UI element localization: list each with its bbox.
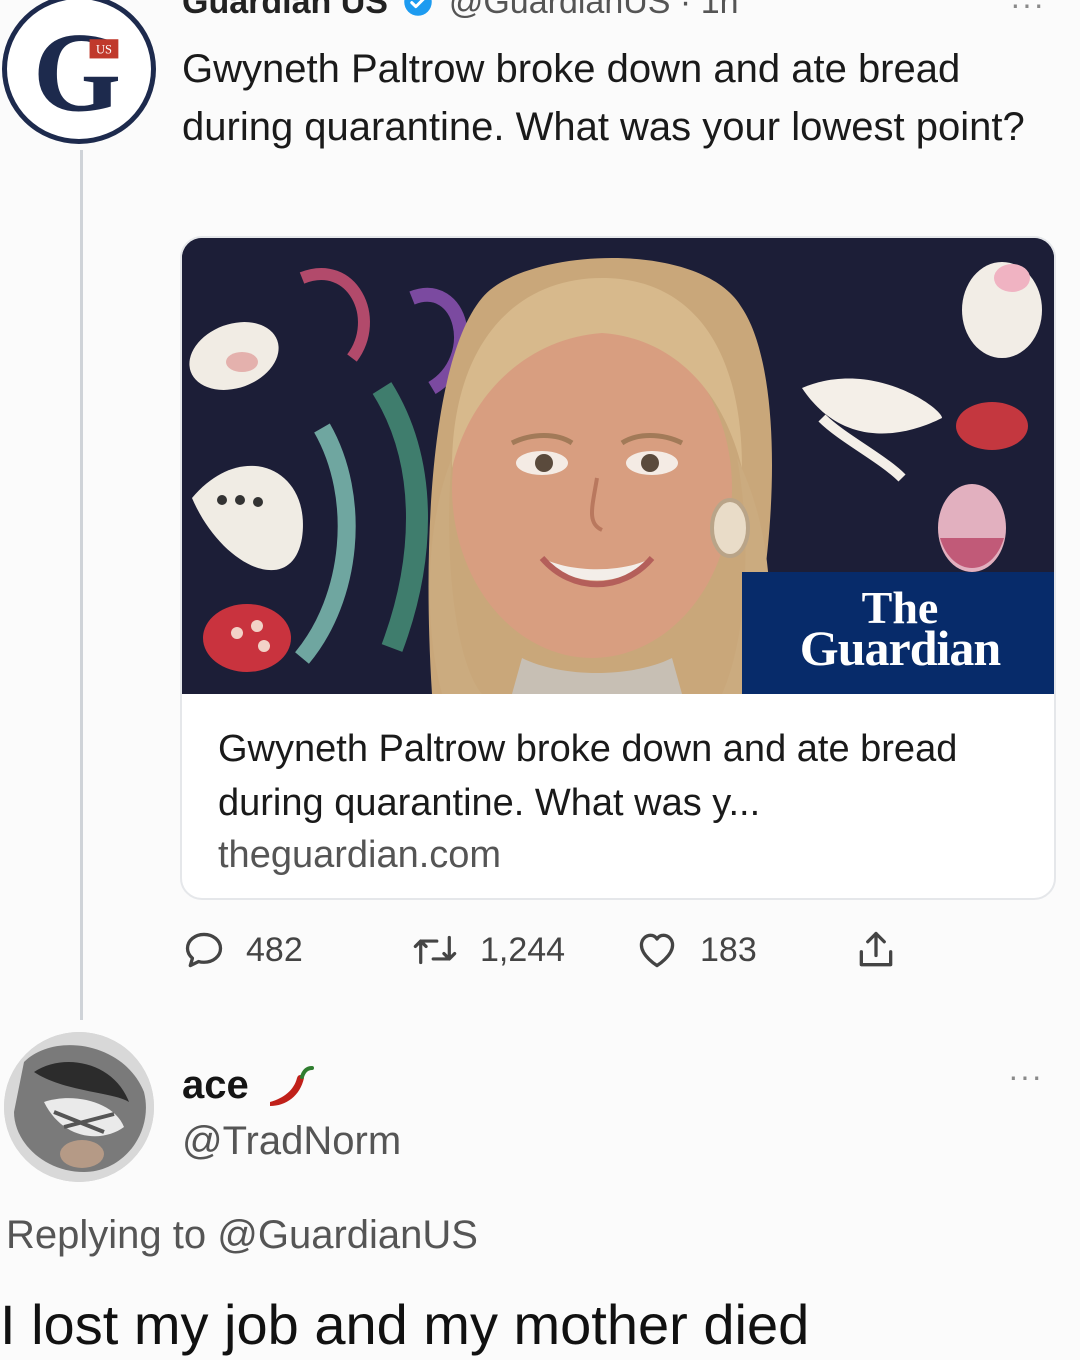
share-action[interactable]: [854, 922, 918, 978]
card-domain[interactable]: theguardian.com: [218, 832, 501, 878]
article-image[interactable]: The Guardian: [182, 238, 1054, 694]
chili-pepper-icon: [269, 1066, 314, 1106]
guardian-logo-icon: G US: [33, 9, 121, 135]
ace-avatar-photo: [4, 1032, 154, 1182]
retweet-icon: [413, 935, 457, 965]
retweet-count: 1,244: [480, 930, 566, 969]
reply-more-icon[interactable]: ···: [1008, 1058, 1043, 1095]
heart-icon: [639, 933, 675, 968]
avatar-letter: G: [33, 9, 121, 135]
verified-badge-icon: [404, 0, 433, 16]
reply-action[interactable]: 482: [182, 922, 303, 978]
like-action[interactable]: 183: [634, 922, 757, 978]
guardian-avatar[interactable]: G US: [2, 0, 156, 144]
reply-count: 482: [246, 930, 303, 969]
reply-author-name[interactable]: ace: [182, 1063, 249, 1107]
like-count: 183: [700, 930, 757, 969]
retweet-action[interactable]: 1,244: [410, 922, 565, 978]
avatar-badge: US: [96, 43, 112, 57]
card-title[interactable]: Gwyneth Paltrow broke down and ate bread…: [218, 722, 1038, 830]
tweet-time[interactable]: 1h: [701, 0, 739, 21]
reply-icon: [185, 932, 223, 968]
link-card[interactable]: The Guardian Gwyneth Paltrow broke down …: [180, 236, 1056, 900]
tweet-header: Guardian US @GuardianUS · 1h: [182, 0, 739, 22]
separator: ·: [679, 0, 692, 21]
tweet-more-icon[interactable]: ···: [1010, 0, 1045, 23]
reply-text: I lost my job and my mother died: [0, 1293, 810, 1356]
author-handle[interactable]: @GuardianUS: [449, 0, 671, 21]
guardian-logo: The Guardian: [742, 572, 1054, 694]
author-name[interactable]: Guardian US: [182, 0, 388, 21]
guardian-logo-word: Guardian: [799, 620, 1001, 676]
replying-prefix: Replying to: [6, 1213, 207, 1257]
ace-avatar[interactable]: [4, 1032, 154, 1182]
replying-mention[interactable]: @GuardianUS: [217, 1213, 478, 1257]
replying-to: Replying to @GuardianUS: [6, 1208, 478, 1262]
share-icon: [859, 931, 893, 967]
thread-line: [80, 150, 83, 1020]
reply-author-handle[interactable]: @TradNorm: [182, 1116, 401, 1166]
reply-author: ace: [182, 1060, 316, 1114]
tweet-text: Gwyneth Paltrow broke down and ate bread…: [182, 47, 1025, 149]
